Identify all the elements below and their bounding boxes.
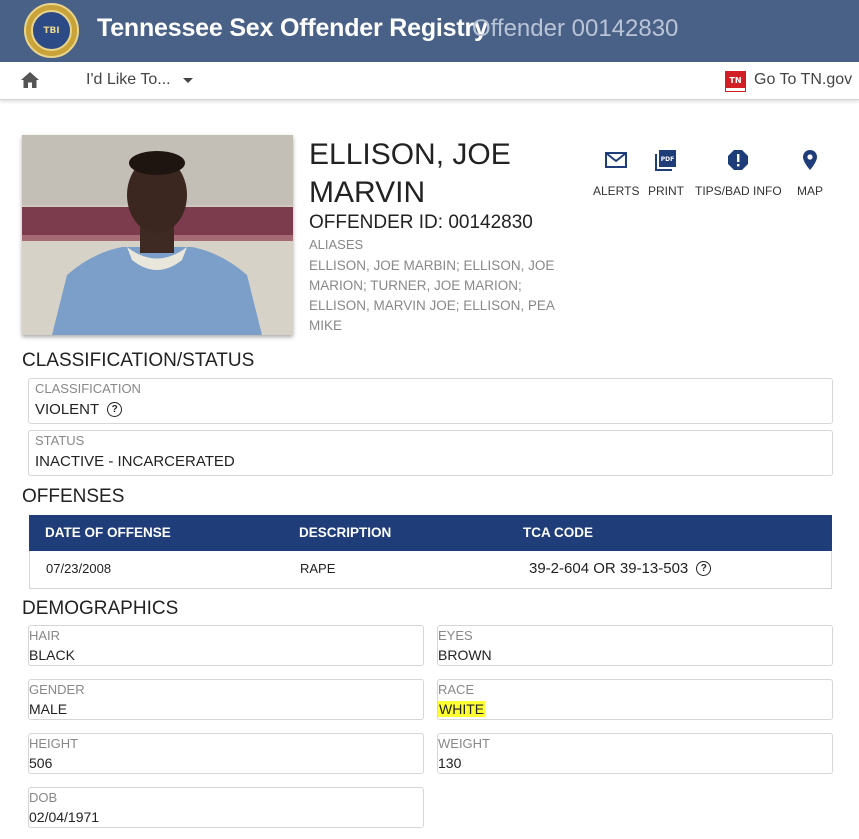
alerts-label: ALERTS [593,184,640,198]
offender-id: OFFENDER ID: 00142830 [309,212,533,233]
height-value: 506 [29,755,53,771]
hair-box: HAIR BLACK [28,625,424,666]
status-value-wrap: INACTIVE - INCARCERATED [35,453,235,470]
eyes-box: EYES BROWN [437,625,833,666]
site-header: TBI Tennessee Sex Offender Registry Offe… [0,0,859,62]
dob-box: DOB 02/04/1971 [28,787,424,828]
chevron-down-icon [182,77,193,83]
eyes-value: BROWN [438,647,492,663]
column-header-date: DATE OF OFFENSE [45,525,171,540]
table-row: 07/23/2008 RAPE 39-2-604 OR 39-13-503 ? [29,551,832,589]
weight-box: WEIGHT 130 [437,733,833,774]
race-box: RACE WHITE [437,679,833,720]
question-circle-icon[interactable]: ? [696,561,712,576]
race-value: WHITE [438,701,486,717]
gender-label: GENDER [29,682,85,697]
hair-label: HAIR [29,628,61,643]
dob-value: 02/04/1971 [29,809,100,825]
tips-label: TIPS/BAD INFO [695,184,782,198]
offense-tca-wrap: 39-2-604 OR 39-13-503 ? [529,560,712,577]
demographics-heading: DEMOGRAPHICS [22,598,179,619]
dob-label: DOB [29,790,58,805]
aliases-list: ELLISON, JOE MARBIN; ELLISON, JOE MARION… [309,258,555,333]
classification-status-heading: CLASSIFICATION/STATUS [22,350,255,371]
column-header-tca-code: TCA CODE [523,525,593,540]
question-circle-icon[interactable]: ? [107,402,123,417]
status-value: INACTIVE - INCARCERATED [35,453,235,470]
tbi-seal-logo[interactable]: TBI [24,3,79,58]
height-label: HEIGHT [29,736,79,751]
pdf-icon: PDF [654,148,678,172]
page-subtitle: Offender 00142830 [472,15,679,42]
weight-value: 130 [438,755,462,771]
site-title[interactable]: Tennessee Sex Offender Registry [97,14,488,43]
status-box: STATUS INACTIVE - INCARCERATED [28,430,833,476]
alerts-button[interactable]: ALERTS [593,148,639,198]
map-label: MAP [797,184,824,198]
print-button[interactable]: PDF PRINT [648,148,684,198]
map-pin-icon [798,148,822,172]
classification-box: CLASSIFICATION VIOLENT ? [28,378,833,424]
offense-description: RAPE [300,561,336,576]
map-button[interactable]: MAP [797,148,823,198]
offender-name: ELLISON, JOE MARVIN [309,138,511,209]
exclamation-circle-icon [726,148,750,172]
classification-label: CLASSIFICATION [35,381,141,396]
offense-tca-code: 39-2-604 OR 39-13-503 [529,560,689,577]
classification-value-wrap: VIOLENT ? [35,401,123,418]
tn-gov-link[interactable]: Go To TN.gov [754,71,852,89]
envelope-icon [604,148,628,172]
tn-logo-icon[interactable]: TN [725,71,746,92]
tbi-seal-text: TBI [43,25,60,36]
tips-button[interactable]: TIPS/BAD INFO [695,148,782,198]
height-box: HEIGHT 506 [28,733,424,774]
like-to-dropdown[interactable]: I'd Like To... [86,71,193,89]
like-to-label: I'd Like To... [86,71,171,88]
eyes-label: EYES [438,628,473,643]
hair-value: BLACK [29,647,75,663]
gender-value: MALE [29,701,68,717]
offense-date: 07/23/2008 [46,561,112,576]
status-label: STATUS [35,433,85,448]
svg-text:PDF: PDF [661,156,674,163]
weight-label: WEIGHT [438,736,490,751]
print-label: PRINT [648,184,684,198]
classification-value: VIOLENT [35,401,100,418]
aliases-label: ALIASES [309,237,364,252]
offender-photo [22,135,293,335]
tbi-seal-inner: TBI [31,10,72,51]
column-header-description: DESCRIPTION [299,525,392,540]
nav-bar: I'd Like To... TN Go To TN.gov [0,62,859,100]
home-icon[interactable] [20,71,40,89]
offenses-heading: OFFENSES [22,486,125,507]
offenses-table-header: DATE OF OFFENSE DESCRIPTION TCA CODE [29,515,832,551]
race-label: RACE [438,682,475,697]
gender-box: GENDER MALE [28,679,424,720]
